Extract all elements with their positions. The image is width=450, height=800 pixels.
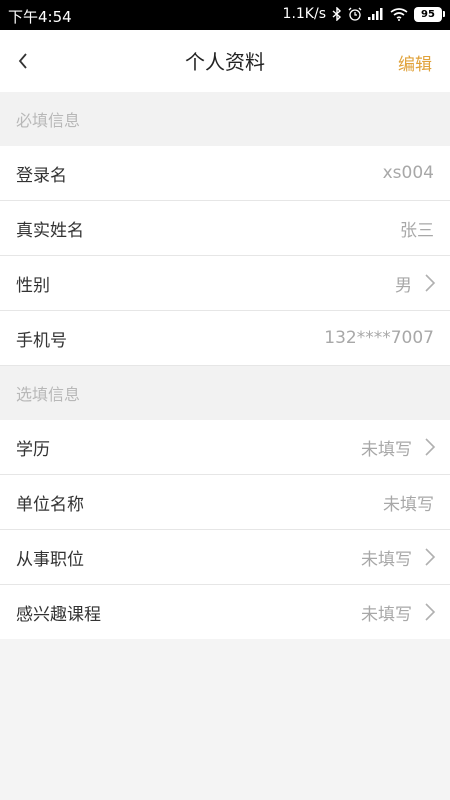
row-value: 未填写 <box>361 549 412 570</box>
battery-icon: 95 <box>414 6 445 22</box>
row-label: 感兴趣课程 <box>16 604 101 625</box>
app-header: 个人资料 编辑 <box>0 30 450 92</box>
chevron-right-icon <box>425 603 436 621</box>
row-label: 从事职位 <box>16 549 84 570</box>
chevron-right-icon <box>425 548 436 566</box>
status-icons: 1.1K/s 95 <box>282 6 445 22</box>
chevron-right-icon <box>425 274 436 292</box>
row-label: 单位名称 <box>16 494 84 515</box>
row-value: 男 <box>395 275 412 296</box>
signal-icon <box>368 8 384 20</box>
page-title: 个人资料 <box>185 50 265 74</box>
row-company[interactable]: 单位名称 未填写 <box>0 475 450 530</box>
row-label: 性别 <box>16 275 50 296</box>
row-label: 登录名 <box>16 165 67 186</box>
status-bar: 下午4:54 1.1K/s 95 <box>0 0 450 30</box>
status-time: 下午4:54 <box>8 8 72 26</box>
row-value: 未填写 <box>361 439 412 460</box>
row-education[interactable]: 学历 未填写 <box>0 420 450 475</box>
row-position[interactable]: 从事职位 未填写 <box>0 530 450 585</box>
row-value: 未填写 <box>383 494 434 515</box>
network-speed: 1.1K/s <box>282 6 326 22</box>
row-label: 学历 <box>16 439 50 460</box>
bluetooth-icon <box>332 7 342 21</box>
row-real-name[interactable]: 真实姓名 张三 <box>0 201 450 256</box>
chevron-right-icon <box>425 438 436 456</box>
row-value: 未填写 <box>361 604 412 625</box>
row-value: 132****7007 <box>324 328 434 348</box>
row-label: 真实姓名 <box>16 220 84 241</box>
row-gender[interactable]: 性别 男 <box>0 256 450 311</box>
row-phone[interactable]: 手机号 132****7007 <box>0 311 450 366</box>
empty-area <box>0 639 450 800</box>
row-label: 手机号 <box>16 330 67 351</box>
row-interested-courses[interactable]: 感兴趣课程 未填写 <box>0 585 450 640</box>
row-value: 张三 <box>400 220 434 241</box>
row-value: xs004 <box>382 163 434 183</box>
section-required-title: 必填信息 <box>0 92 450 146</box>
row-login-name[interactable]: 登录名 xs004 <box>0 146 450 201</box>
wifi-icon <box>390 7 408 21</box>
edit-button[interactable]: 编辑 <box>398 50 432 75</box>
section-optional-title: 选填信息 <box>0 366 450 420</box>
alarm-icon <box>348 7 362 21</box>
